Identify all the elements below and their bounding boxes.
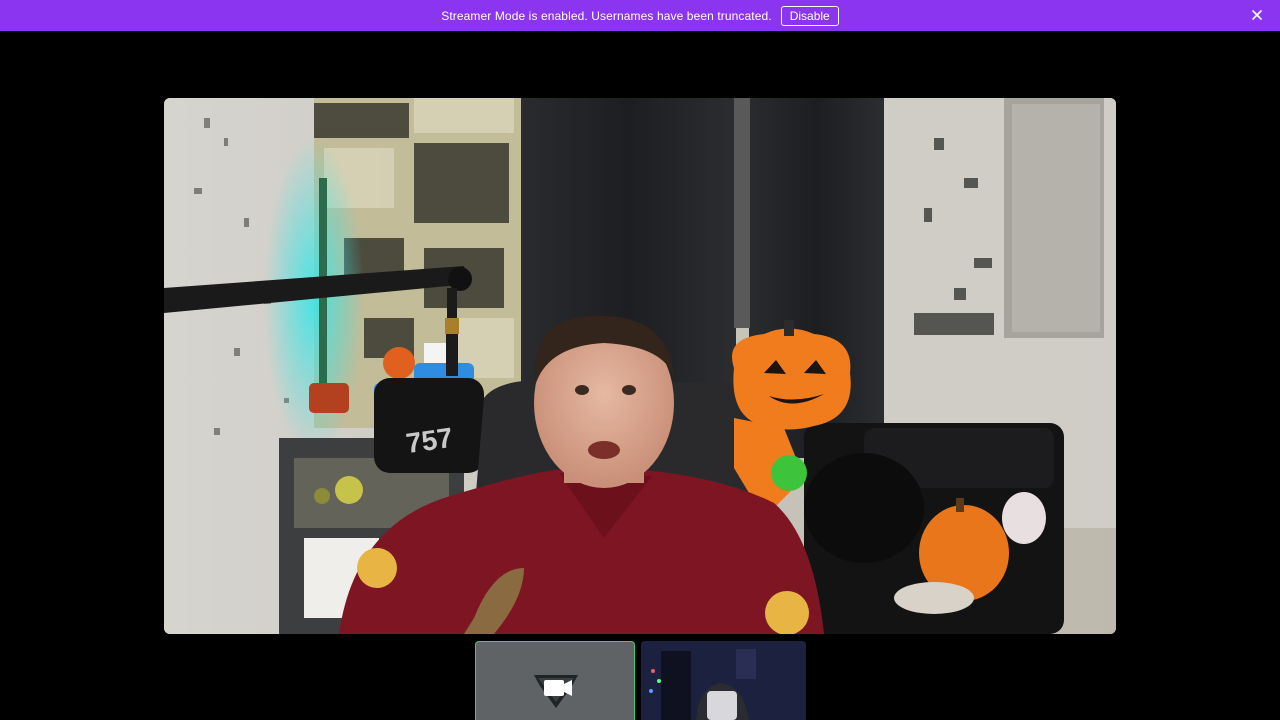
participant-video-feed xyxy=(641,641,806,720)
video-camera-icon xyxy=(534,675,578,708)
close-icon[interactable] xyxy=(1250,8,1264,22)
main-video-feed[interactable]: 757 xyxy=(164,98,1116,634)
mic-logo-text: 757 xyxy=(404,422,455,459)
participant-tile-video[interactable] xyxy=(641,641,806,720)
participant-tile-camera-off[interactable] xyxy=(475,641,635,720)
disable-button[interactable]: Disable xyxy=(780,5,839,26)
streamer-mode-banner: Streamer Mode is enabled. Usernames have… xyxy=(0,0,1280,31)
webcam-scene: 757 xyxy=(164,98,1116,634)
streamer-mode-message: Streamer Mode is enabled. Usernames have… xyxy=(441,8,772,23)
